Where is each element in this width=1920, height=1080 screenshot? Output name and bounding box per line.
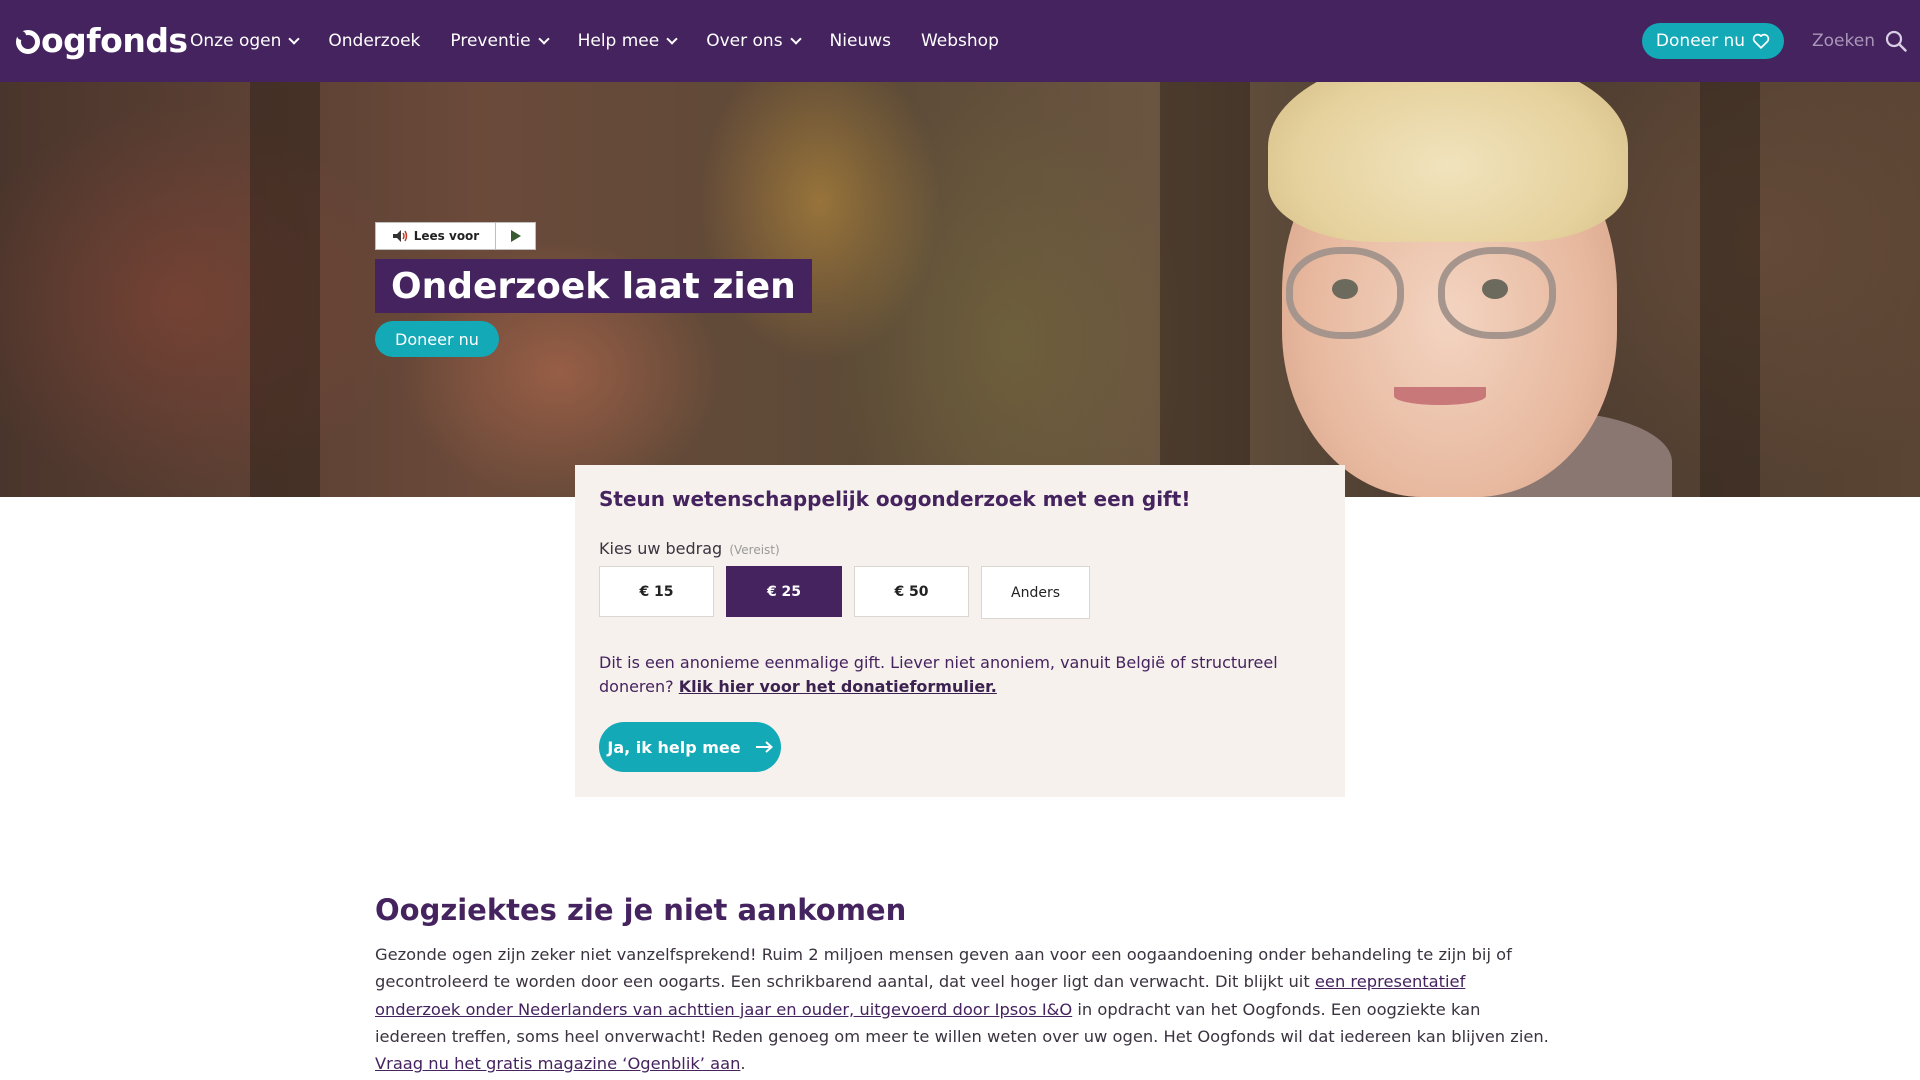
hero-background-tree [250, 82, 320, 497]
readspeaker-widget: Lees voor [375, 222, 536, 250]
child-eye-left [1332, 279, 1358, 299]
required-hint: (Vereist) [729, 543, 780, 557]
amount-option-other[interactable]: Anders [981, 566, 1090, 619]
chevron-down-icon [537, 33, 550, 45]
read-aloud-label: Lees voor [413, 229, 480, 243]
play-button[interactable] [496, 223, 535, 249]
heart-icon [1752, 33, 1770, 49]
nav-label: Over ons [706, 31, 783, 51]
amount-options: € 15 € 25 € 50 Anders [599, 566, 1102, 619]
nav-label: Onze ogen [190, 31, 282, 51]
nav-label: Webshop [920, 31, 999, 51]
play-icon [510, 230, 521, 242]
hero-title: Onderzoek laat zien [375, 259, 812, 313]
logo-eye-icon [16, 30, 40, 54]
child-hair [1268, 82, 1628, 242]
amount-label: Kies uw bedrag (Vereist) [599, 539, 780, 558]
nav-item-preventie[interactable]: Preventie [450, 31, 550, 51]
speaker-icon [392, 230, 407, 242]
child-mouth [1394, 387, 1486, 405]
amount-option-25[interactable]: € 25 [726, 566, 842, 617]
top-navigation: ogfonds Onze ogen Onderzoek Preventie He… [0, 0, 1920, 82]
main-menu: Onze ogen Onderzoek Preventie Help mee O… [190, 0, 1029, 82]
arrow-right-icon [755, 741, 773, 753]
chevron-down-icon [789, 33, 802, 45]
nav-item-webshop[interactable]: Webshop [921, 31, 999, 51]
search-button[interactable]: Zoeken [1812, 24, 1907, 58]
nav-item-over-ons[interactable]: Over ons [706, 31, 802, 51]
nav-item-help-mee[interactable]: Help mee [577, 31, 678, 51]
donation-form: Steun wetenschappelijk oogonderzoek met … [575, 465, 1345, 797]
hero-banner [0, 82, 1920, 497]
hero-background-tree [1160, 82, 1250, 497]
logo-text: ogfonds [41, 20, 188, 60]
section-body: Gezonde ogen zijn zeker niet vanzelfspre… [375, 941, 1555, 1077]
search-icon [1885, 30, 1907, 52]
hero-donate-button[interactable]: Doneer nu [375, 321, 499, 357]
nav-item-onderzoek[interactable]: Onderzoek [328, 31, 420, 51]
donation-form-link[interactable]: Klik hier voor het donatieformulier. [679, 677, 997, 696]
magazine-link[interactable]: Vraag nu het gratis magazine ‘Ogenblik’ … [375, 1054, 740, 1073]
hero-child-photo [1262, 82, 1672, 497]
child-eye-right [1482, 279, 1508, 299]
amount-label-text: Kies uw bedrag [599, 539, 723, 558]
amount-option-15[interactable]: € 15 [599, 566, 714, 617]
chevron-down-icon [666, 33, 678, 45]
search-label: Zoeken [1812, 31, 1875, 51]
amount-option-50[interactable]: € 50 [854, 566, 969, 617]
read-aloud-button[interactable]: Lees voor [376, 223, 496, 249]
oogfonds-logo[interactable]: ogfonds [16, 20, 188, 60]
nav-label: Help mee [577, 31, 660, 51]
nav-label: Preventie [450, 31, 531, 51]
chevron-down-icon [288, 33, 301, 45]
nav-label: Nieuws [829, 31, 891, 51]
help-submit-label: Ja, ik help mee [607, 737, 741, 757]
body-text-end: . [740, 1054, 746, 1074]
donate-now-button[interactable]: Doneer nu [1642, 23, 1784, 59]
hero-background-tree [1700, 82, 1760, 497]
nav-item-onze-ogen[interactable]: Onze ogen [190, 31, 301, 51]
section-title: Oogziektes zie je niet aankomen [375, 893, 907, 927]
donation-note: Dit is een anonieme eenmalige gift. Liev… [599, 651, 1299, 699]
donate-now-label: Doneer nu [1655, 31, 1746, 51]
nav-label: Onderzoek [328, 31, 421, 51]
help-submit-button[interactable]: Ja, ik help mee [599, 722, 781, 772]
donation-heading: Steun wetenschappelijk oogonderzoek met … [599, 487, 1191, 511]
nav-item-nieuws[interactable]: Nieuws [830, 31, 891, 51]
